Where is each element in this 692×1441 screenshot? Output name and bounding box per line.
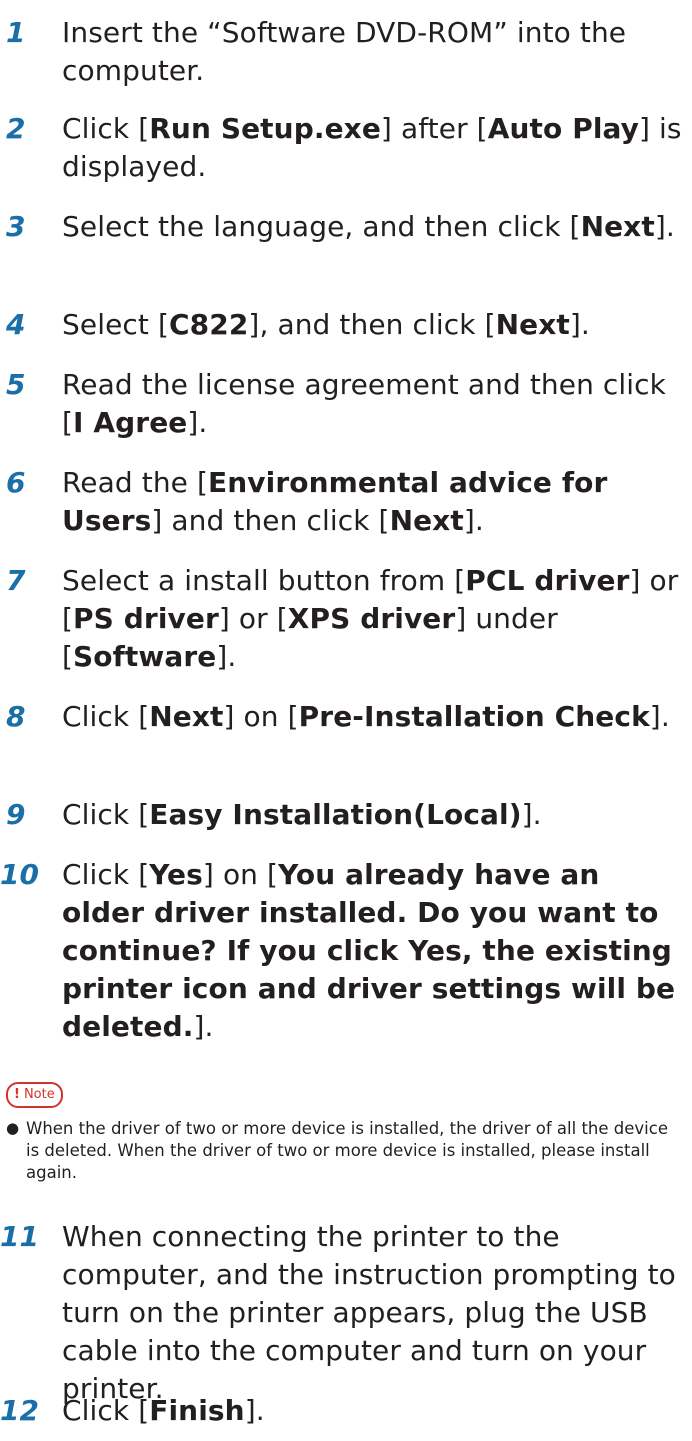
step-text-segment: ]. [216,640,237,673]
step-term: Easy Installation(Local) [149,798,522,831]
step-term: Run Setup.exe [149,112,381,145]
step-term: XPS driver [287,602,456,635]
step-text: Insert the “Software DVD-ROM” into the c… [62,14,682,90]
step-text-segment: Select a install button from [ [62,564,466,597]
step-text-segment: Read the [ [62,466,209,499]
step-text-segment: Select the language, and then click [ [62,210,581,243]
step-number: 2 [6,112,26,145]
step-text: Click [Finish]. [62,1392,682,1430]
step-term: PS driver [73,602,219,635]
step-text-segment: Click [ [62,798,150,831]
exclamation-icon: ! [14,1087,20,1102]
step-number: 6 [6,466,26,499]
step-number: 12 [0,1394,39,1427]
step-text-segment: ]. [244,1394,265,1427]
step-text-segment: ]. [654,210,675,243]
step-text: Click [Run Setup.exe] after [Auto Play] … [62,110,682,186]
step-number: 11 [0,1220,39,1253]
step-text-segment: ] and then click [ [151,504,390,537]
step-text-segment: ]. [649,700,670,733]
step-text-segment: ]. [463,504,484,537]
step-term: Yes [149,858,203,891]
bullet-icon: ● [6,1119,20,1137]
step-text-segment: ] on [ [202,858,279,891]
step-text: Select [C822], and then click [Next]. [62,306,682,344]
step-text-segment: Insert the “Software DVD-ROM” into the c… [62,16,627,87]
step-number: 8 [6,700,26,733]
step-number: 7 [6,564,26,597]
step-number: 3 [6,210,26,243]
step-text-segment: ]. [193,1010,214,1043]
step-text: Click [Yes] on [You already have an olde… [62,856,682,1046]
step-term: Software [73,640,217,673]
step-term: Next [149,700,224,733]
step-text: Select a install button from [PCL driver… [62,562,682,676]
step-text-segment: ]. [187,406,208,439]
step-text-segment: ] on [ [223,700,299,733]
step-text-segment: ], and then click [ [248,308,496,341]
step-text: Click [Next] on [Pre-Installation Check]… [62,698,682,736]
note-text: When the driver of two or more device is… [26,1119,668,1182]
step-text-segment: Click [ [62,858,150,891]
step-term: Pre-Installation Check [298,700,650,733]
note-label: Note [23,1087,55,1102]
step-text-segment: Click [ [62,1394,150,1427]
step-term: Next [495,308,570,341]
step-text-segment: ]. [521,798,542,831]
step-text-segment: Click [ [62,112,150,145]
step-term: Next [389,504,464,537]
step-text: Click [Easy Installation(Local)]. [62,796,682,834]
step-term: Finish [149,1394,245,1427]
step-number: 1 [6,16,26,49]
step-text-segment: ] after [ [380,112,488,145]
step-text: Read the [Environmental advice for Users… [62,464,682,540]
step-term: PCL driver [465,564,630,597]
step-text-segment: Click [ [62,700,150,733]
step-term: Auto Play [487,112,639,145]
step-term: I Agree [73,406,188,439]
step-text-segment: ] or [ [218,602,288,635]
step-number: 5 [6,368,26,401]
step-number: 10 [0,858,39,891]
step-text-segment: When connecting the printer to the compu… [62,1220,676,1405]
step-text-segment: Select [ [62,308,170,341]
step-text: Select the language, and then click [Nex… [62,208,682,246]
step-text: When connecting the printer to the compu… [62,1218,682,1408]
step-number: 9 [6,798,26,831]
step-number: 4 [6,308,26,341]
step-text: Read the license agreement and then clic… [62,366,682,442]
note-badge: ! Note [6,1082,63,1108]
step-term: Next [580,210,655,243]
step-term: C822 [169,308,249,341]
step-text-segment: ]. [569,308,590,341]
